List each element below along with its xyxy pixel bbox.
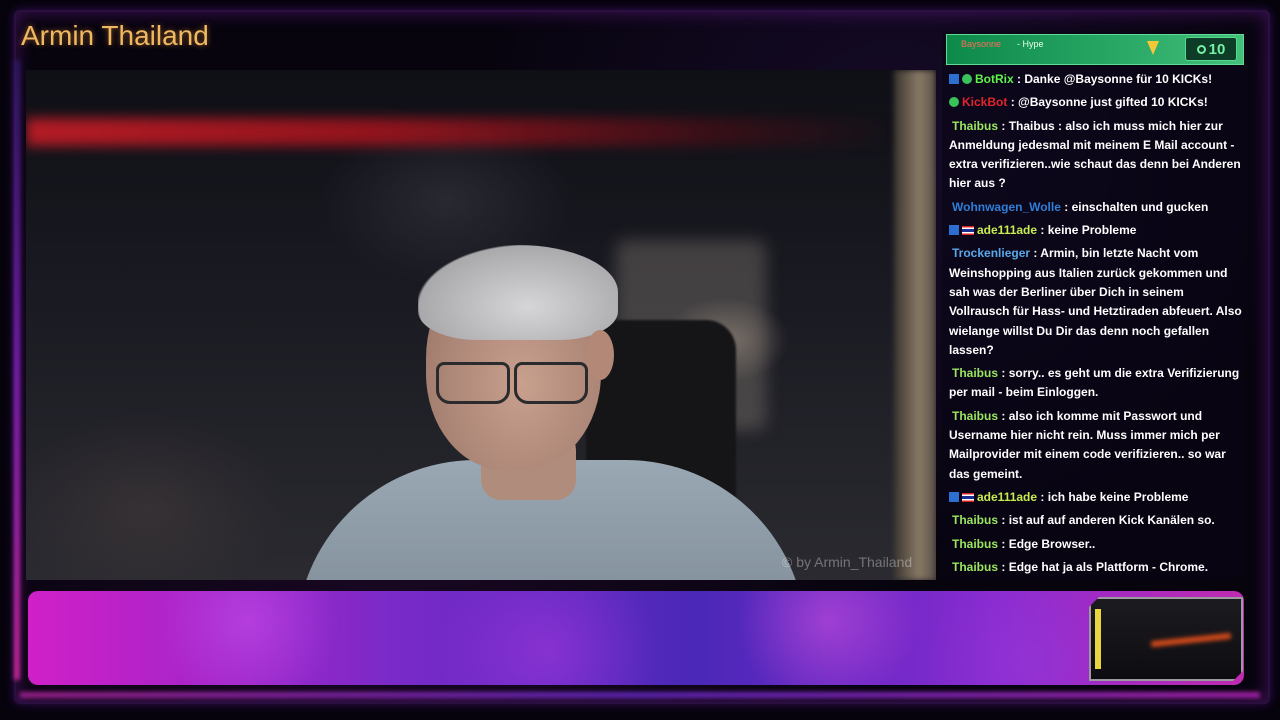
chat-username[interactable]: KickBot bbox=[962, 95, 1007, 109]
chat-text: : einschalten und gucken bbox=[1064, 199, 1209, 214]
chat-message: Thaibus : Thaibus : also ich muss mich h… bbox=[949, 117, 1242, 194]
chat-text: : keine Probleme bbox=[1040, 223, 1137, 238]
chat-message: Trockenlieger : Armin, bin letzte Nacht … bbox=[949, 244, 1242, 360]
chat-message: Thaibus : ist auf auf anderen Kick Kanäl… bbox=[949, 511, 1242, 530]
chat-username[interactable]: BotRix bbox=[975, 72, 1014, 86]
chat-username[interactable]: Thaibus bbox=[952, 409, 998, 423]
chat-username[interactable]: Wohnwagen_Wolle bbox=[952, 200, 1061, 214]
secondary-camera-feed bbox=[1089, 597, 1243, 681]
arrow-icon bbox=[949, 74, 959, 84]
chat-message: ade111ade : keine Probleme bbox=[949, 221, 1242, 240]
bottom-banner bbox=[28, 591, 1244, 685]
chat-overlay: Baysonne - Hype 10 BotRix : Danke @Bayso… bbox=[942, 32, 1244, 578]
chat-message: ade111ade : ich habe keine Probleme bbox=[949, 488, 1242, 507]
flag-icon bbox=[962, 226, 974, 236]
streamer-hair bbox=[418, 245, 618, 340]
flag-icon bbox=[962, 492, 974, 502]
chat-username[interactable]: Thaibus bbox=[952, 119, 998, 133]
video-watermark: © by Armin_Thailand bbox=[782, 554, 913, 570]
check-icon bbox=[962, 74, 972, 84]
chat-message-list: BotRix : Danke @Baysonne für 10 KICKs! Ki… bbox=[949, 70, 1242, 578]
arrow-icon bbox=[949, 225, 959, 236]
chat-text: : @Baysonne just gifted 10 KICKs! bbox=[1010, 95, 1208, 110]
frame-glow-bottom bbox=[20, 692, 1260, 698]
hype-username: Baysonne bbox=[961, 39, 1002, 49]
frame-glow-left bbox=[14, 60, 20, 680]
chat-message: BotRix : Danke @Baysonne für 10 KICKs! bbox=[949, 70, 1242, 89]
chat-text: : Armin, bin letzte Nacht vom Weinshoppi… bbox=[949, 246, 1242, 357]
chat-message: Thaibus : sorry.. es geht um die extra V… bbox=[949, 364, 1242, 403]
chat-message: Thaibus : Edge Browser.. bbox=[949, 535, 1242, 554]
background-led-strip bbox=[26, 118, 896, 146]
webcam-video[interactable]: © by Armin_Thailand bbox=[26, 70, 936, 580]
stream-title: Armin Thailand bbox=[21, 20, 209, 51]
chat-username[interactable]: Trockenlieger bbox=[952, 246, 1030, 260]
ice-cream-icon bbox=[1147, 41, 1159, 55]
chat-text: : ich habe keine Probleme bbox=[1040, 489, 1189, 504]
chat-username[interactable]: Thaibus bbox=[952, 366, 998, 380]
chat-text: : Danke @Baysonne für 10 KICKs! bbox=[1017, 72, 1213, 86]
chat-text: : Edge Browser.. bbox=[1001, 536, 1096, 551]
chat-message: KickBot : @Baysonne just gifted 10 KICKs… bbox=[949, 93, 1242, 112]
chat-message: Thaibus : also ich komme mit Passwort un… bbox=[949, 407, 1242, 484]
minicam-led-strip bbox=[1151, 633, 1231, 647]
chat-username[interactable]: ade111ade bbox=[977, 490, 1037, 504]
hype-train-bar: Baysonne - Hype 10 bbox=[946, 34, 1244, 65]
chat-username[interactable]: Thaibus bbox=[952, 513, 998, 527]
streamer-glasses bbox=[406, 362, 606, 404]
chat-text: : ist auf auf anderen Kick Kanälen so. bbox=[1001, 513, 1215, 528]
minicam-light bbox=[1095, 609, 1101, 669]
chat-message: Wohnwagen_Wolle : einschalten und gucken bbox=[949, 198, 1242, 217]
hype-count: 10 bbox=[1208, 40, 1226, 58]
chat-username[interactable]: ade111ade bbox=[977, 223, 1037, 237]
arrow-icon bbox=[949, 491, 959, 502]
kick-coin-icon bbox=[1196, 44, 1206, 54]
hype-label: - Hype bbox=[1017, 39, 1044, 49]
chat-username[interactable]: Thaibus bbox=[952, 560, 998, 574]
background-pillar bbox=[894, 70, 936, 580]
chat-text: : Edge hat ja als Plattform - Chrome. bbox=[1001, 559, 1209, 574]
chat-message: Thaibus : Edge hat ja als Plattform - Ch… bbox=[949, 558, 1242, 577]
check-icon bbox=[949, 97, 959, 108]
chat-username[interactable]: Thaibus bbox=[952, 537, 998, 551]
hype-count-badge: 10 bbox=[1185, 37, 1237, 61]
